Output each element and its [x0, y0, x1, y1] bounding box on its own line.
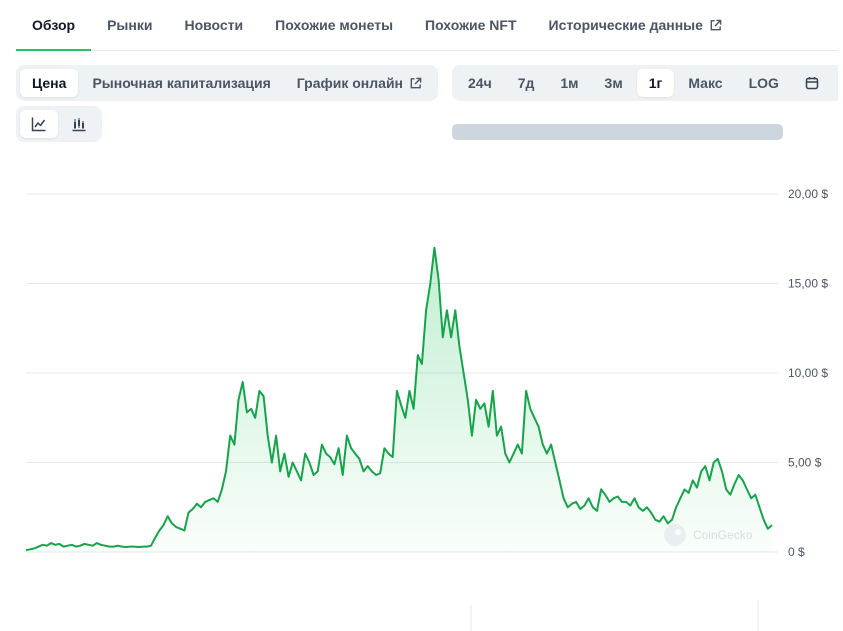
tab-4[interactable]: Похожие NFT [409, 0, 533, 50]
y-tick-label: 5,00 $ [788, 456, 822, 470]
external-link-icon [710, 19, 722, 30]
tab-label: Похожие монеты [275, 17, 394, 33]
range-tab-3[interactable]: 3м [593, 69, 635, 97]
range-tab-label: 1г [648, 75, 663, 91]
range-tab-0[interactable]: 24ч [456, 69, 504, 97]
metric-tab-1[interactable]: Рыночная капитализация [80, 69, 282, 97]
watermark-text: CoinGecko [693, 528, 753, 542]
metric-tab-label: Цена [32, 75, 67, 91]
line-chart-button[interactable] [20, 110, 58, 138]
calendar-icon [805, 77, 819, 90]
metric-tab-label: Рыночная капитализация [92, 75, 271, 91]
range-tab-1[interactable]: 7д [506, 69, 547, 97]
chart-type-switcher [16, 106, 102, 142]
range-switcher: 24ч 7д 1м 3м 1г Макс LOG [452, 65, 838, 101]
y-tick-label: 10,00 $ [788, 366, 828, 380]
tab-5[interactable]: Исторические данные [533, 0, 738, 50]
range-tab-label: LOG [748, 75, 779, 91]
candlestick-chart-icon [72, 118, 86, 132]
range-tab-label: 7д [517, 75, 535, 91]
metric-tab-label: График онлайн [296, 75, 404, 91]
tab-label: Новости [184, 17, 244, 33]
metric-tab-0[interactable]: Цена [20, 69, 79, 97]
expand-button[interactable] [833, 69, 838, 97]
tab-1[interactable]: Рынки [91, 0, 168, 50]
range-tab-2[interactable]: 1м [548, 69, 590, 97]
y-axis-labels: 20,00 $ 15,00 $ 10,00 $ 5,00 $ 0 $ [788, 187, 828, 559]
line-chart-icon [31, 117, 46, 132]
tab-label: Рынки [107, 17, 153, 33]
tab-label: Исторические данные [548, 17, 703, 33]
range-tab-5[interactable]: Макс [676, 69, 734, 97]
range-tab-6[interactable]: LOG [737, 69, 791, 97]
top-tabs: Обзор Рынки Новости Похожие монеты Похожие N… [16, 0, 838, 51]
metric-tab-2[interactable]: График онлайн [285, 69, 434, 97]
calendar-button[interactable] [793, 69, 831, 97]
tab-0[interactable]: Обзор [16, 0, 92, 51]
tab-label: Обзор [32, 16, 76, 33]
range-tab-label: 1м [560, 75, 579, 91]
price-chart: 20,00 $ 15,00 $ 10,00 $ 5,00 $ 0 $ CoinGecko [25, 187, 828, 631]
tab-2[interactable]: Новости [168, 0, 259, 50]
y-tick-label: 20,00 $ [788, 187, 828, 201]
external-link-icon [410, 77, 422, 88]
candlestick-chart-button[interactable] [60, 110, 98, 138]
y-tick-label: 0 $ [788, 545, 805, 559]
range-tab-label: 24ч [468, 75, 492, 91]
y-tick-label: 15,00 $ [788, 277, 828, 291]
range-tab-4[interactable]: 1г [636, 69, 675, 97]
tab-3[interactable]: Похожие монеты [259, 0, 409, 50]
metric-switcher: Цена Рыночная капитализация График онлайн [16, 65, 439, 101]
range-tab-label: Макс [688, 75, 723, 91]
range-slider-bar[interactable] [452, 124, 783, 140]
range-tab-label: 3м [604, 75, 623, 91]
tab-label: Похожие NFT [425, 17, 517, 33]
